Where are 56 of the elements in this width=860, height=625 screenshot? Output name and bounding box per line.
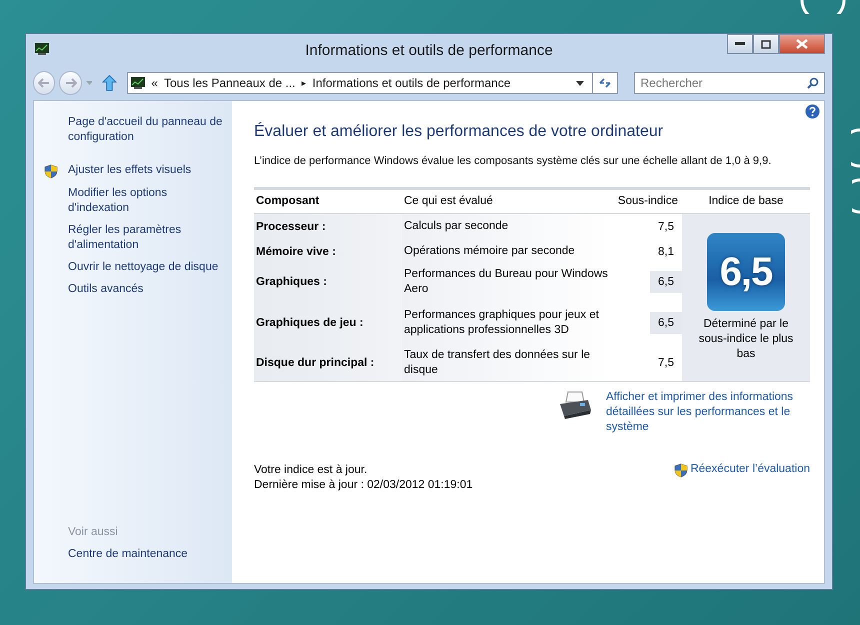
sidebar-link[interactable]: Régler les paramètres d'alimentation — [68, 223, 224, 253]
print-details-link[interactable]: Afficher et imprimer des informations détaillées sur les performances et le système — [606, 390, 810, 435]
search-icon[interactable] — [807, 77, 819, 89]
table-cell: Mémoire vive : — [254, 239, 402, 264]
shield-icon — [674, 463, 688, 478]
breadcrumb-chevron[interactable]: « — [151, 76, 158, 90]
back-arrow-icon — [38, 78, 50, 88]
base-score-note: Déterminé par le sous-indice le plus bas — [698, 317, 794, 362]
breadcrumb-item[interactable]: Informations et outils de performance — [312, 76, 510, 90]
intro-text: L’indice de performance Windows évalue les composants système clés sur une échelle allant de 1,0 à 9,9. — [254, 155, 772, 167]
table-cell: 6,5 — [650, 312, 682, 334]
table-cell: Processeur : — [254, 214, 402, 239]
close-icon — [796, 39, 808, 49]
maximize-button[interactable] — [753, 34, 779, 54]
base-score-tile: 6,5 — [707, 233, 785, 311]
column-header: Sous-indice — [612, 190, 682, 214]
breadcrumb-item[interactable]: Tous les Panneaux de ... — [164, 76, 296, 90]
table-cell: Graphiques : — [254, 264, 402, 300]
sidebar-link[interactable]: Modifier les options d'indexation — [68, 186, 224, 216]
maximize-icon — [761, 40, 771, 48]
breadcrumb-separator: ▸ — [301, 78, 306, 88]
refresh-icon — [598, 77, 612, 89]
rerun-link[interactable]: Réexécuter l’évaluation — [674, 463, 810, 493]
table-cell: Graphiques de jeu : — [254, 300, 402, 345]
address-bar[interactable]: « Tous les Panneaux de ... ▸ Informations et outils de performance — [127, 72, 594, 94]
window-title: Informations et outils de performance — [305, 42, 553, 58]
refresh-button[interactable] — [593, 72, 618, 94]
sidebar-link[interactable]: Page d'accueil du panneau de configuration — [68, 115, 224, 145]
shield-icon — [44, 164, 58, 179]
minimize-icon — [735, 42, 745, 46]
dropdown-caret-icon[interactable] — [576, 80, 584, 86]
up-arrow-icon[interactable] — [102, 74, 118, 92]
table-cell: 6,5 — [650, 271, 682, 293]
help-icon[interactable] — [805, 104, 820, 119]
close-button[interactable] — [779, 34, 825, 54]
sidebar-link[interactable]: Ouvrir le nettoyage de disque — [68, 260, 218, 275]
ring-drawing — [852, 178, 860, 214]
printer-icon — [558, 390, 592, 420]
minimize-button[interactable] — [727, 34, 753, 54]
monitor-icon — [35, 43, 49, 55]
search-field[interactable]: Rechercher — [634, 72, 825, 94]
page-heading: Évaluer et améliorer les performances de votre ordinateur — [254, 123, 664, 141]
see-also-heading: Voir aussi — [68, 526, 119, 538]
ring-drawing — [851, 128, 860, 168]
table-cell-text: 7,5 — [657, 357, 675, 369]
table-cell-text: 7,5 — [657, 220, 675, 232]
sidebar-link[interactable]: Outils avancés — [68, 282, 144, 297]
sidebar-link[interactable]: Centre de maintenance — [68, 547, 188, 562]
forward-arrow-icon — [64, 78, 77, 88]
ring-drawing — [800, 0, 846, 14]
table-cell: Disque dur principal : — [254, 345, 402, 381]
last-update-text: Dernière mise à jour : 02/03/2012 01:19:01 — [254, 478, 473, 493]
table-cell-text: 8,1 — [657, 246, 675, 258]
status-text: Votre indice est à jour. — [254, 463, 368, 478]
sidebar-link[interactable]: Ajuster les effets visuels — [68, 163, 192, 178]
monitor-icon — [131, 77, 146, 89]
